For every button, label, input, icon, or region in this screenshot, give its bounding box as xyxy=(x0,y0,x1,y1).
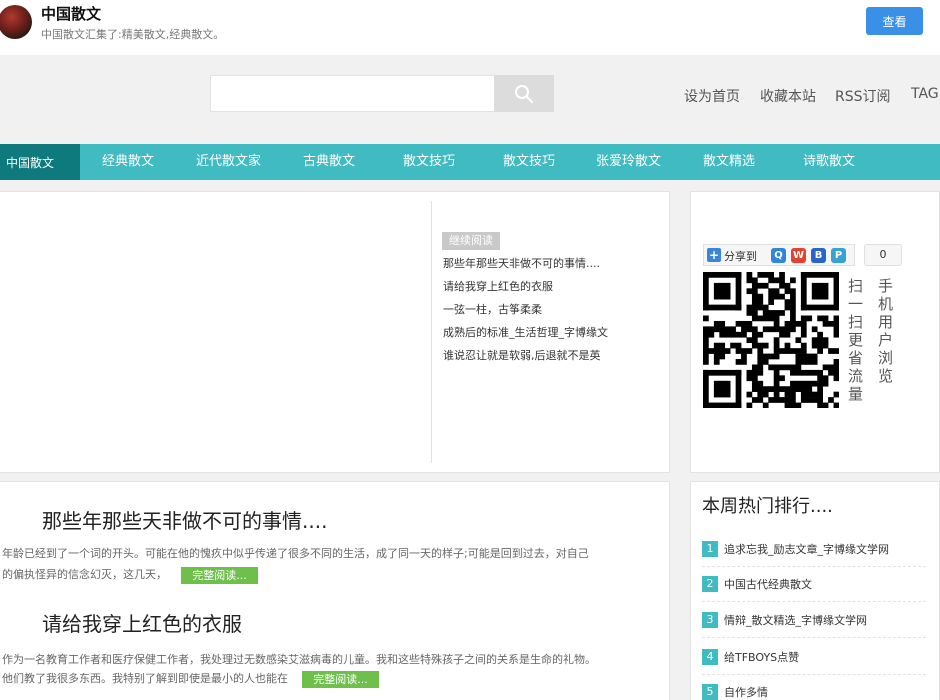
nav-item-skills-2[interactable]: 散文技巧 xyxy=(503,144,555,180)
article-excerpt: 的偏执怪异的信念幻灭，这几天， 完整阅读... xyxy=(2,566,258,584)
top-bar: 中国散文 中国散文汇集了:精美散文,经典散文。 查看 xyxy=(0,0,940,55)
nav-item-selected[interactable]: 散文精选 xyxy=(703,144,755,180)
article-title[interactable]: 那些年那些天非做不可的事情.... xyxy=(42,505,327,534)
set-homepage-link[interactable]: 设为首页 xyxy=(684,86,740,106)
continue-reading-badge[interactable]: 继续阅读 xyxy=(442,232,500,250)
view-button[interactable]: 查看 xyxy=(866,7,923,35)
nav-item-classic[interactable]: 经典散文 xyxy=(102,144,154,180)
share-plus-icon[interactable]: + xyxy=(707,248,721,262)
tencent-icon[interactable]: P xyxy=(831,248,846,263)
bookmark-link[interactable]: 收藏本站 xyxy=(760,86,816,106)
nav-item-home[interactable]: 中国散文 xyxy=(0,144,80,180)
nav-item-zhang-ailing[interactable]: 张爱玲散文 xyxy=(596,144,661,180)
slider-divider xyxy=(431,201,432,463)
slider-link[interactable]: 谁说忍让就是软弱,后退就不是英 xyxy=(443,347,601,363)
nav-item-poetry[interactable]: 诗歌散文 xyxy=(803,144,855,180)
rank-number: 4 xyxy=(702,649,718,665)
search-icon xyxy=(515,84,534,103)
ranking-item[interactable]: 3 情辩_散文精选_字博缘文学网 xyxy=(702,603,926,638)
share-bar: + 分享到 Q W B P xyxy=(703,244,855,266)
site-title: 中国散文 xyxy=(41,5,102,23)
share-label: 分享到 xyxy=(724,250,757,263)
rank-text: 自作多情 xyxy=(724,686,768,699)
article-excerpt: 作为一名教育工作者和医疗保健工作者，我处理过无数感染艾滋病毒的儿童。我和这些特殊… xyxy=(2,653,596,666)
ranking-item[interactable]: 4 给TFBOYS点赞 xyxy=(702,640,926,675)
nav-item-ancient[interactable]: 古典散文 xyxy=(303,144,355,180)
read-more-button[interactable]: 完整阅读... xyxy=(302,670,379,688)
nav-item-skills-1[interactable]: 散文技巧 xyxy=(403,144,455,180)
rank-number: 5 xyxy=(702,684,718,700)
main-nav: 中国散文 经典散文 近代散文家 古典散文 散文技巧 散文技巧 张爱玲散文 散文精… xyxy=(0,144,940,180)
baidu-icon[interactable]: B xyxy=(811,248,826,263)
article-excerpt: 他们教了我很多东西。我特别了解到即使是最小的人也能在 完整阅读... xyxy=(2,670,379,688)
slider-link[interactable]: 那些年那些天非做不可的事情.... xyxy=(443,255,600,271)
search-input[interactable] xyxy=(210,75,495,112)
article-excerpt: 年龄已经到了一个词的开头。可能在他的愧疚中似乎传递了很多不同的生活，成了同一天的… xyxy=(2,547,589,560)
qzone-icon[interactable]: Q xyxy=(771,248,786,263)
slider-link[interactable]: 请给我穿上红色的衣服 xyxy=(443,278,553,294)
qr-caption-left: 扫一扫更省流量 xyxy=(848,277,864,403)
weibo-icon[interactable]: W xyxy=(791,248,806,263)
rank-number: 3 xyxy=(702,612,718,628)
read-more-button[interactable]: 完整阅读... xyxy=(181,566,258,584)
slider-link[interactable]: 一弦一柱，古筝柔柔 xyxy=(443,301,542,317)
share-count: 0 xyxy=(864,244,902,266)
rank-text: 情辩_散文精选_字博缘文学网 xyxy=(724,614,867,627)
nav-item-modern-writers[interactable]: 近代散文家 xyxy=(196,144,261,180)
ranking-item[interactable]: 5 自作多情 xyxy=(702,675,926,700)
rank-number: 2 xyxy=(702,576,718,592)
article-excerpt-end: 他们教了我很多东西。我特别了解到即使是最小的人也能在 xyxy=(2,672,288,685)
qr-caption-right: 手机用户浏览 xyxy=(878,277,894,385)
tag-link[interactable]: TAG xyxy=(911,86,939,102)
ranking-item[interactable]: 1 追求忘我_励志文章_字博缘文学网 xyxy=(702,532,926,567)
ranking-title: 本周热门排行.... xyxy=(702,496,833,517)
site-subtitle: 中国散文汇集了:精美散文,经典散文。 xyxy=(41,28,225,41)
avatar xyxy=(0,5,32,39)
rss-link[interactable]: RSS订阅 xyxy=(835,86,891,106)
slider-link[interactable]: 成熟后的标准_生活哲理_字博缘文 xyxy=(443,324,608,340)
rank-text: 中国古代经典散文 xyxy=(724,578,812,591)
rank-number: 1 xyxy=(702,541,718,557)
search-button[interactable] xyxy=(494,75,554,112)
qr-code xyxy=(703,272,839,408)
rank-text: 追求忘我_励志文章_字博缘文学网 xyxy=(724,543,889,556)
rank-text: 给TFBOYS点赞 xyxy=(724,651,800,664)
ranking-item[interactable]: 2 中国古代经典散文 xyxy=(702,567,926,602)
article-title[interactable]: 请给我穿上红色的衣服 xyxy=(42,608,242,637)
article-excerpt-end: 的偏执怪异的信念幻灭，这几天， xyxy=(2,568,167,581)
